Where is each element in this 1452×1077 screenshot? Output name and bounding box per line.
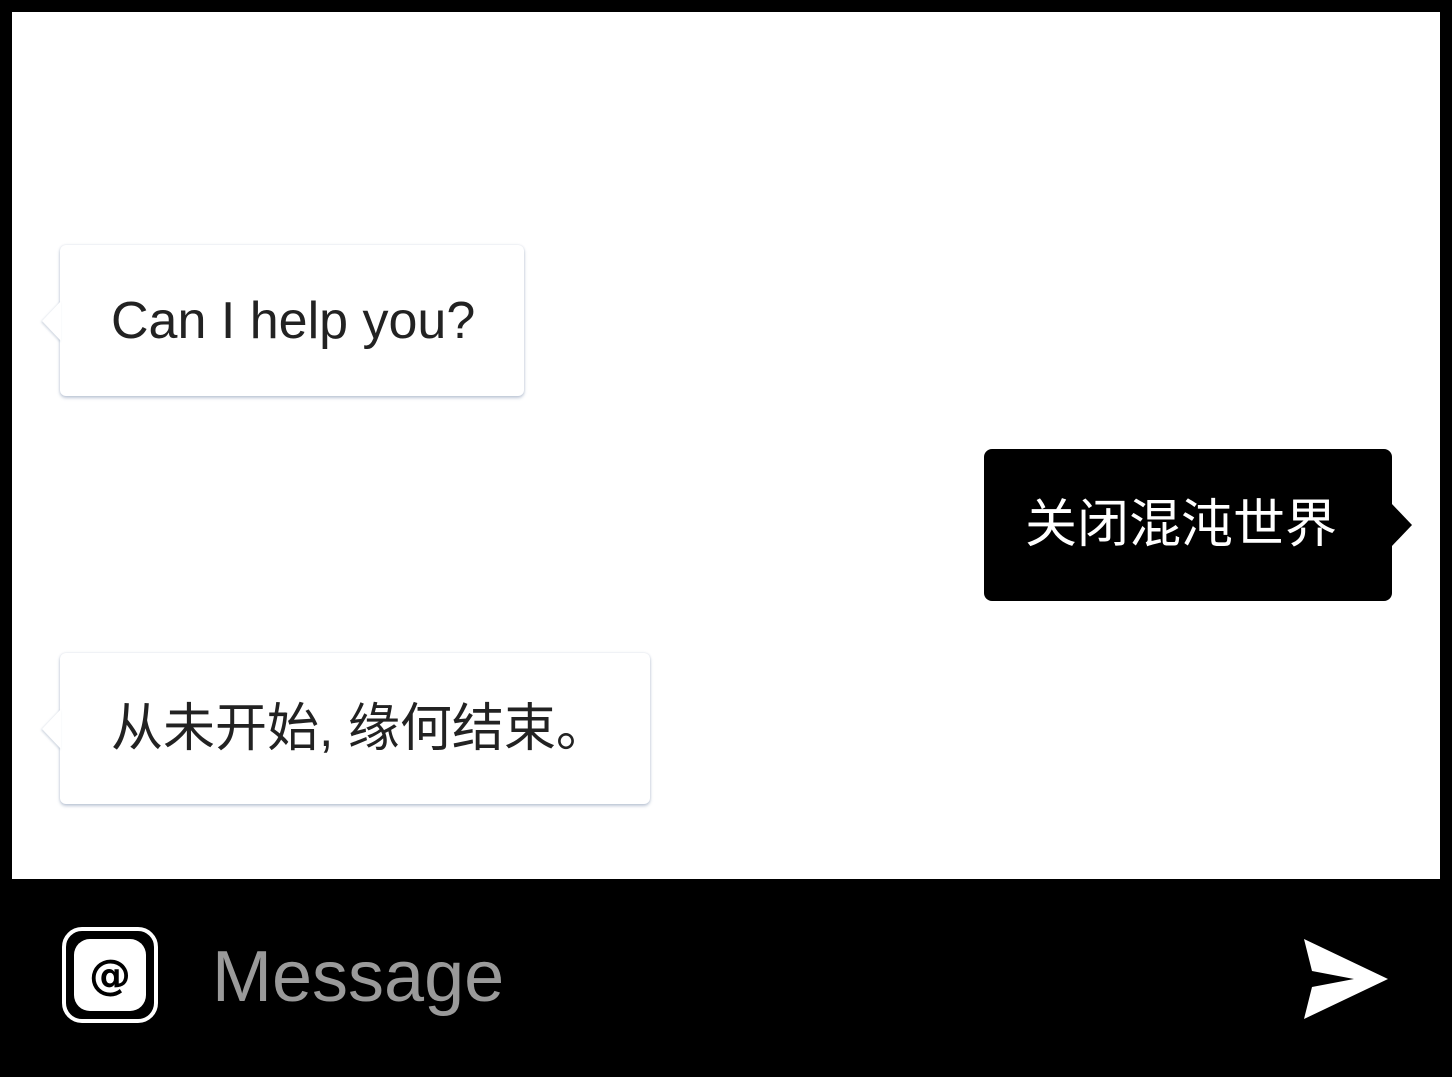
app-window: Can I help you? 关闭混沌世界 从未开始, 缘何结束。 @ bbox=[0, 0, 1452, 1077]
message-input[interactable] bbox=[212, 929, 1212, 1025]
send-icon bbox=[1304, 939, 1388, 1019]
message-text: Can I help you? bbox=[111, 291, 476, 350]
bubble-tail bbox=[42, 708, 61, 749]
incoming-message-bubble[interactable]: Can I help you? bbox=[42, 245, 524, 396]
at-sign-icon: @ bbox=[74, 939, 146, 1011]
composer-bar: @ bbox=[12, 879, 1440, 1065]
bubble-tail bbox=[42, 300, 61, 341]
message-text: 从未开始, 缘何结束。 bbox=[111, 699, 608, 758]
incoming-message-bubble[interactable]: 从未开始, 缘何结束。 bbox=[42, 653, 650, 804]
send-button[interactable] bbox=[1298, 931, 1394, 1027]
mention-button[interactable]: @ bbox=[62, 927, 158, 1023]
bubble-tail bbox=[1391, 503, 1412, 547]
outgoing-message-bubble[interactable]: 关闭混沌世界 bbox=[984, 449, 1412, 601]
message-text: 关闭混沌世界 bbox=[1025, 496, 1338, 554]
message-list[interactable]: Can I help you? 关闭混沌世界 从未开始, 缘何结束。 bbox=[12, 12, 1440, 879]
